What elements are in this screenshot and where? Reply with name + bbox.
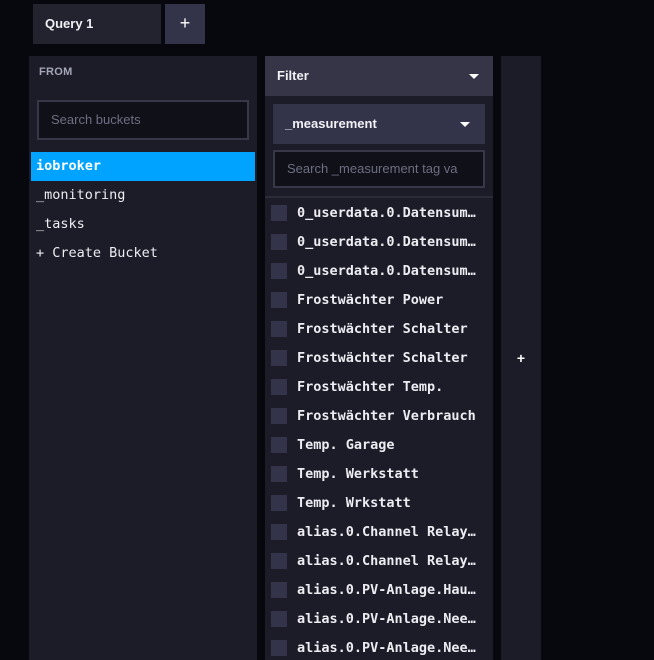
- tag-key-dropdown[interactable]: _measurement: [273, 104, 485, 144]
- tag-value-label: alias.0.PV-Anlage.Nee…: [297, 611, 476, 627]
- query-tab[interactable]: Query 1: [33, 4, 161, 44]
- checkbox-icon[interactable]: [271, 321, 287, 337]
- from-title: FROM: [39, 66, 73, 78]
- tag-value-label: Frostwächter Power: [297, 292, 444, 308]
- tag-value-item[interactable]: 0_userdata.0.Datensum…: [265, 199, 493, 228]
- tag-value-item[interactable]: Frostwächter Temp.: [265, 373, 493, 402]
- checkbox-icon[interactable]: [271, 205, 287, 221]
- tag-value-item[interactable]: 0_userdata.0.Datensum…: [265, 257, 493, 286]
- tag-value-item[interactable]: Temp. Wrkstatt: [265, 489, 493, 518]
- checkbox-icon[interactable]: [271, 524, 287, 540]
- bucket-item[interactable]: _tasks: [31, 210, 255, 239]
- add-query-button[interactable]: +: [165, 4, 205, 44]
- tag-value-item[interactable]: alias.0.Channel Relay…: [265, 518, 493, 547]
- filter-panel: Filter _measurement Search _measurement …: [265, 56, 493, 660]
- checkbox-icon[interactable]: [271, 582, 287, 598]
- plus-icon: +: [516, 350, 526, 366]
- checkbox-icon[interactable]: [271, 234, 287, 250]
- bucket-search-input[interactable]: Search buckets: [37, 100, 249, 140]
- tag-value-item[interactable]: alias.0.PV-Anlage.Hau…: [265, 576, 493, 605]
- checkbox-icon[interactable]: [271, 553, 287, 569]
- caret-down-icon: [469, 74, 479, 79]
- tag-value-item[interactable]: Temp. Werkstatt: [265, 460, 493, 489]
- tag-values-list: 0_userdata.0.Datensum… 0_userdata.0.Daten…: [265, 199, 493, 660]
- tag-value-item[interactable]: alias.0.PV-Anlage.Nee…: [265, 634, 493, 660]
- checkbox-icon[interactable]: [271, 350, 287, 366]
- checkbox-icon[interactable]: [271, 292, 287, 308]
- tag-value-label: Frostwächter Schalter: [297, 321, 468, 337]
- tag-value-item[interactable]: Frostwächter Schalter: [265, 344, 493, 373]
- tag-value-label: Temp. Garage: [297, 437, 395, 453]
- tag-value-label: Frostwächter Temp.: [297, 379, 444, 395]
- tag-value-item[interactable]: Frostwächter Verbrauch: [265, 402, 493, 431]
- tag-value-item[interactable]: 0_userdata.0.Datensum…: [265, 228, 493, 257]
- bucket-item[interactable]: iobroker: [31, 152, 255, 181]
- from-panel: FROM Search buckets iobroker _monitoring _…: [29, 56, 257, 660]
- query-tab-label: Query 1: [45, 16, 94, 31]
- checkbox-icon[interactable]: [271, 379, 287, 395]
- tag-value-item[interactable]: Frostwächter Schalter: [265, 315, 493, 344]
- tag-key-label: _measurement: [285, 116, 377, 131]
- checkbox-icon[interactable]: [271, 263, 287, 279]
- checkbox-icon[interactable]: [271, 408, 287, 424]
- tag-value-label: Frostwächter Schalter: [297, 350, 468, 366]
- tag-value-label: 0_userdata.0.Datensum…: [297, 234, 476, 250]
- caret-down-icon: [460, 122, 470, 127]
- tag-value-item[interactable]: alias.0.PV-Anlage.Nee…: [265, 605, 493, 634]
- add-filter-button[interactable]: +: [501, 56, 541, 660]
- bucket-list: iobroker _monitoring _tasks + Create Bucket: [29, 152, 257, 268]
- tag-value-search-input[interactable]: Search _measurement tag va: [273, 150, 485, 188]
- checkbox-icon[interactable]: [271, 640, 287, 656]
- tag-value-item[interactable]: alias.0.Channel Relay…: [265, 547, 493, 576]
- checkbox-icon[interactable]: [271, 495, 287, 511]
- filter-function-dropdown[interactable]: Filter: [265, 56, 493, 96]
- tag-value-label: alias.0.PV-Anlage.Nee…: [297, 640, 476, 656]
- tag-value-label: Temp. Wrkstatt: [297, 495, 411, 511]
- tag-value-label: alias.0.PV-Anlage.Hau…: [297, 582, 476, 598]
- checkbox-icon[interactable]: [271, 437, 287, 453]
- tag-value-label: 0_userdata.0.Datensum…: [297, 263, 476, 279]
- tag-value-label: alias.0.Channel Relay…: [297, 553, 476, 569]
- divider: [265, 196, 493, 198]
- tag-value-label: 0_userdata.0.Datensum…: [297, 205, 476, 221]
- create-bucket-button[interactable]: + Create Bucket: [31, 239, 255, 268]
- bucket-item[interactable]: _monitoring: [31, 181, 255, 210]
- plus-icon: +: [179, 13, 191, 33]
- tag-value-label: alias.0.Channel Relay…: [297, 524, 476, 540]
- checkbox-icon[interactable]: [271, 611, 287, 627]
- tag-value-item[interactable]: Frostwächter Power: [265, 286, 493, 315]
- tag-value-item[interactable]: Temp. Garage: [265, 431, 493, 460]
- filter-title: Filter: [277, 68, 309, 83]
- tag-value-label: Temp. Werkstatt: [297, 466, 419, 482]
- tag-value-label: Frostwächter Verbrauch: [297, 408, 476, 424]
- checkbox-icon[interactable]: [271, 466, 287, 482]
